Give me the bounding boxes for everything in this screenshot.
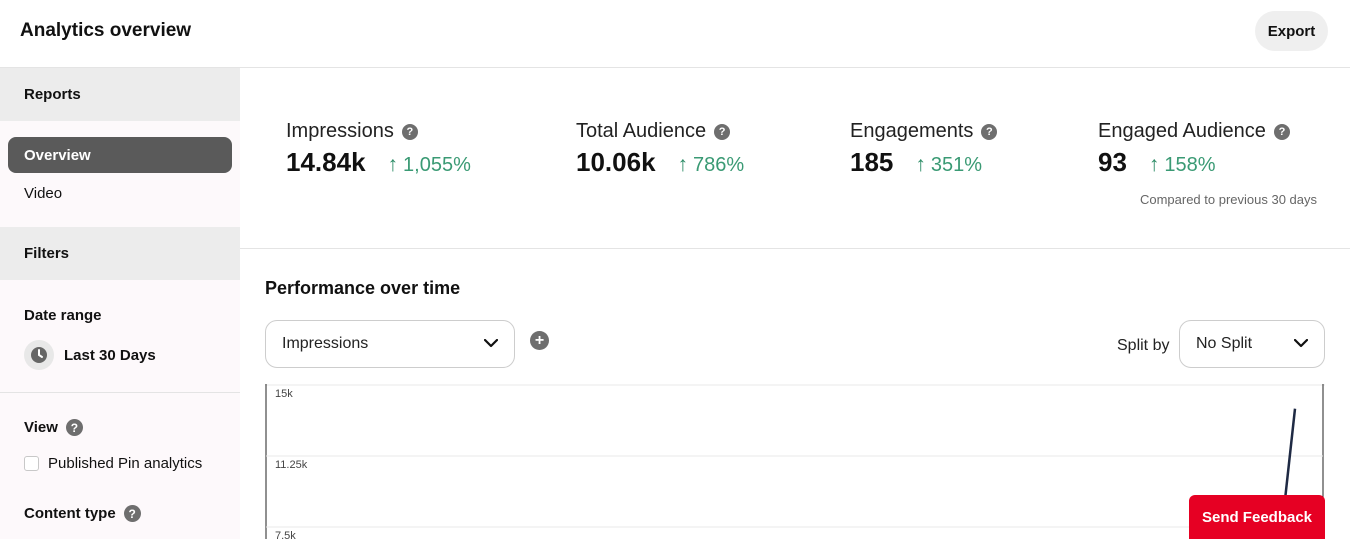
split-by-label: Split by <box>1117 337 1170 354</box>
view-label-text: View <box>24 419 58 436</box>
clock-icon <box>24 340 54 370</box>
export-button[interactable]: Export <box>1255 11 1328 51</box>
metric-impressions: Impressions ? 14.84k ↑ 1,055% <box>286 120 471 178</box>
view-label: View ? <box>24 419 83 436</box>
metric-change-value: 1,055% <box>403 154 471 176</box>
metric-value: 185 <box>850 147 894 177</box>
metric-engagements: Engagements ? 185 ↑ 351% <box>850 120 998 178</box>
help-icon[interactable]: ? <box>1273 123 1290 140</box>
content-type-label: Content type ? <box>24 505 141 522</box>
metric-change-value: 786% <box>693 154 745 176</box>
metric-label: Total Audience <box>576 120 707 142</box>
performance-title: Performance over time <box>265 278 461 298</box>
main-content: Impressions ? 14.84k ↑ 1,055% Total Audi… <box>240 68 1350 539</box>
metric-change: ↑ 351% <box>915 153 982 177</box>
metric-value: 93 <box>1098 147 1127 177</box>
metric-value: 10.06k <box>576 147 656 177</box>
published-pin-checkbox[interactable] <box>24 456 39 471</box>
metric-change-value: 158% <box>1164 154 1216 176</box>
date-range-label: Date range <box>24 307 102 324</box>
metric-change-value: 351% <box>930 154 983 176</box>
metric-value: 14.84k <box>286 147 366 177</box>
send-feedback-button[interactable]: Send Feedback <box>1189 495 1325 539</box>
arrow-up-icon: ↑ <box>677 153 689 176</box>
performance-chart: 15k 11.25k 7.5k <box>265 384 1325 539</box>
published-pin-checkbox-row[interactable]: Published Pin analytics <box>24 455 202 472</box>
help-icon[interactable]: ? <box>981 123 998 140</box>
date-range-selector[interactable]: Last 30 Days <box>24 337 156 373</box>
metric-engaged-audience: Engaged Audience ? 93 ↑ 158% <box>1098 120 1290 178</box>
filters-heading: Filters <box>0 227 240 280</box>
sidebar-divider <box>0 392 240 393</box>
sidebar: Reports Overview Video Filters Date rang… <box>0 68 240 539</box>
help-icon[interactable]: ? <box>714 123 731 140</box>
metric-select-value: Impressions <box>282 335 369 352</box>
date-range-value: Last 30 Days <box>64 346 156 364</box>
split-select-value: No Split <box>1196 335 1253 352</box>
chevron-down-icon <box>483 335 499 353</box>
sidebar-item-video[interactable]: Video <box>8 175 232 211</box>
content-type-label-text: Content type <box>24 505 116 522</box>
metric-select[interactable]: Impressions <box>265 320 515 368</box>
arrow-up-icon: ↑ <box>1148 153 1160 176</box>
chart-y-tick-label: 7.5k <box>275 530 296 539</box>
metric-change: ↑ 1,055% <box>388 153 471 177</box>
arrow-up-icon: ↑ <box>915 153 926 176</box>
metric-change: ↑ 786% <box>678 153 745 177</box>
arrow-up-icon: ↑ <box>387 153 399 176</box>
help-icon[interactable]: ? <box>123 505 141 522</box>
reports-heading: Reports <box>0 68 240 121</box>
date-range-label-text: Date range <box>24 307 102 324</box>
help-icon[interactable]: ? <box>401 123 418 140</box>
published-pin-label: Published Pin analytics <box>48 455 203 472</box>
metric-label: Engagements <box>850 120 974 142</box>
chart-y-tick-label: 15k <box>275 388 293 400</box>
help-icon[interactable]: ? <box>65 419 83 436</box>
chevron-down-icon <box>1293 335 1309 353</box>
chart-y-tick-label: 11.25k <box>275 459 308 471</box>
metric-total-audience: Total Audience ? 10.06k ↑ 786% <box>576 120 744 178</box>
metric-change: ↑ 158% <box>1149 153 1216 177</box>
header: Analytics overview Export <box>0 0 1350 68</box>
main-divider <box>240 248 1350 249</box>
metric-label: Engaged Audience <box>1098 120 1266 142</box>
page-title: Analytics overview <box>20 20 192 41</box>
split-select[interactable]: No Split <box>1179 320 1325 368</box>
metric-label: Impressions <box>286 120 394 142</box>
compared-note: Compared to previous 30 days <box>1139 192 1317 207</box>
plus-circle-icon[interactable]: + <box>530 331 549 350</box>
sidebar-item-overview[interactable]: Overview <box>8 137 232 173</box>
